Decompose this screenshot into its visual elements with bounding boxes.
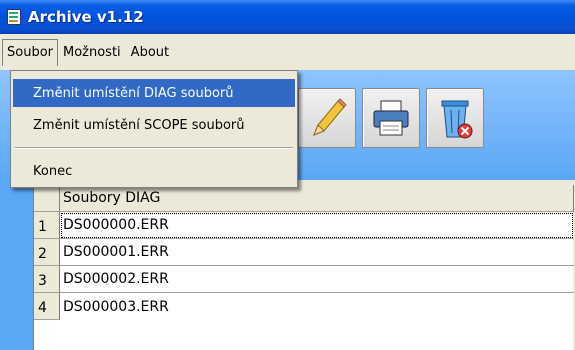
menu-about[interactable]: About (126, 39, 174, 66)
table-row[interactable]: 2 DS000001.ERR (34, 239, 574, 266)
file-cell[interactable]: DS000003.ERR (60, 293, 574, 320)
app-icon (6, 8, 24, 26)
grid-corner-cell (34, 185, 60, 212)
file-cell[interactable]: DS000001.ERR (60, 239, 574, 266)
menu-bar: Soubor Možnosti About (0, 34, 575, 70)
menu-item-change-diag-location[interactable]: Změnit umístění DIAG souborů (13, 79, 295, 107)
file-cell[interactable]: DS000002.ERR (60, 266, 574, 293)
print-button[interactable] (362, 88, 420, 148)
edit-button[interactable] (298, 88, 356, 148)
file-grid: Soubory DIAG 1 DS000000.ERR 2 DS000001.E… (33, 185, 574, 350)
menu-soubor[interactable]: Soubor (2, 38, 58, 66)
file-cell[interactable]: DS000000.ERR (60, 212, 574, 239)
recycle-bin-icon (441, 100, 473, 139)
table-row[interactable]: 4 DS000003.ERR (34, 293, 574, 320)
window-title: Archive v1.12 (28, 8, 144, 26)
menu-moznosti[interactable]: Možnosti (58, 39, 126, 66)
menu-separator (15, 147, 293, 149)
row-number[interactable]: 4 (34, 293, 60, 320)
grid-margin (0, 180, 33, 350)
title-bar: Archive v1.12 (0, 0, 575, 34)
row-number[interactable]: 3 (34, 266, 60, 293)
table-row[interactable]: 1 DS000000.ERR (34, 212, 574, 239)
print-icon (373, 100, 409, 136)
table-row[interactable]: 3 DS000002.ERR (34, 266, 574, 293)
edit-icon (313, 98, 347, 136)
menu-item-change-scope-location[interactable]: Změnit umístění SCOPE souborů (13, 111, 295, 139)
soubor-dropdown-menu: Změnit umístění DIAG souborů Změnit umís… (10, 70, 298, 188)
row-number[interactable]: 2 (34, 239, 60, 266)
column-header-soubory-diag[interactable]: Soubory DIAG (60, 185, 574, 212)
row-number[interactable]: 1 (34, 212, 60, 239)
grid-header-row: Soubory DIAG (34, 185, 574, 212)
menu-item-exit[interactable]: Konec (13, 157, 295, 185)
delete-button[interactable] (426, 88, 484, 148)
